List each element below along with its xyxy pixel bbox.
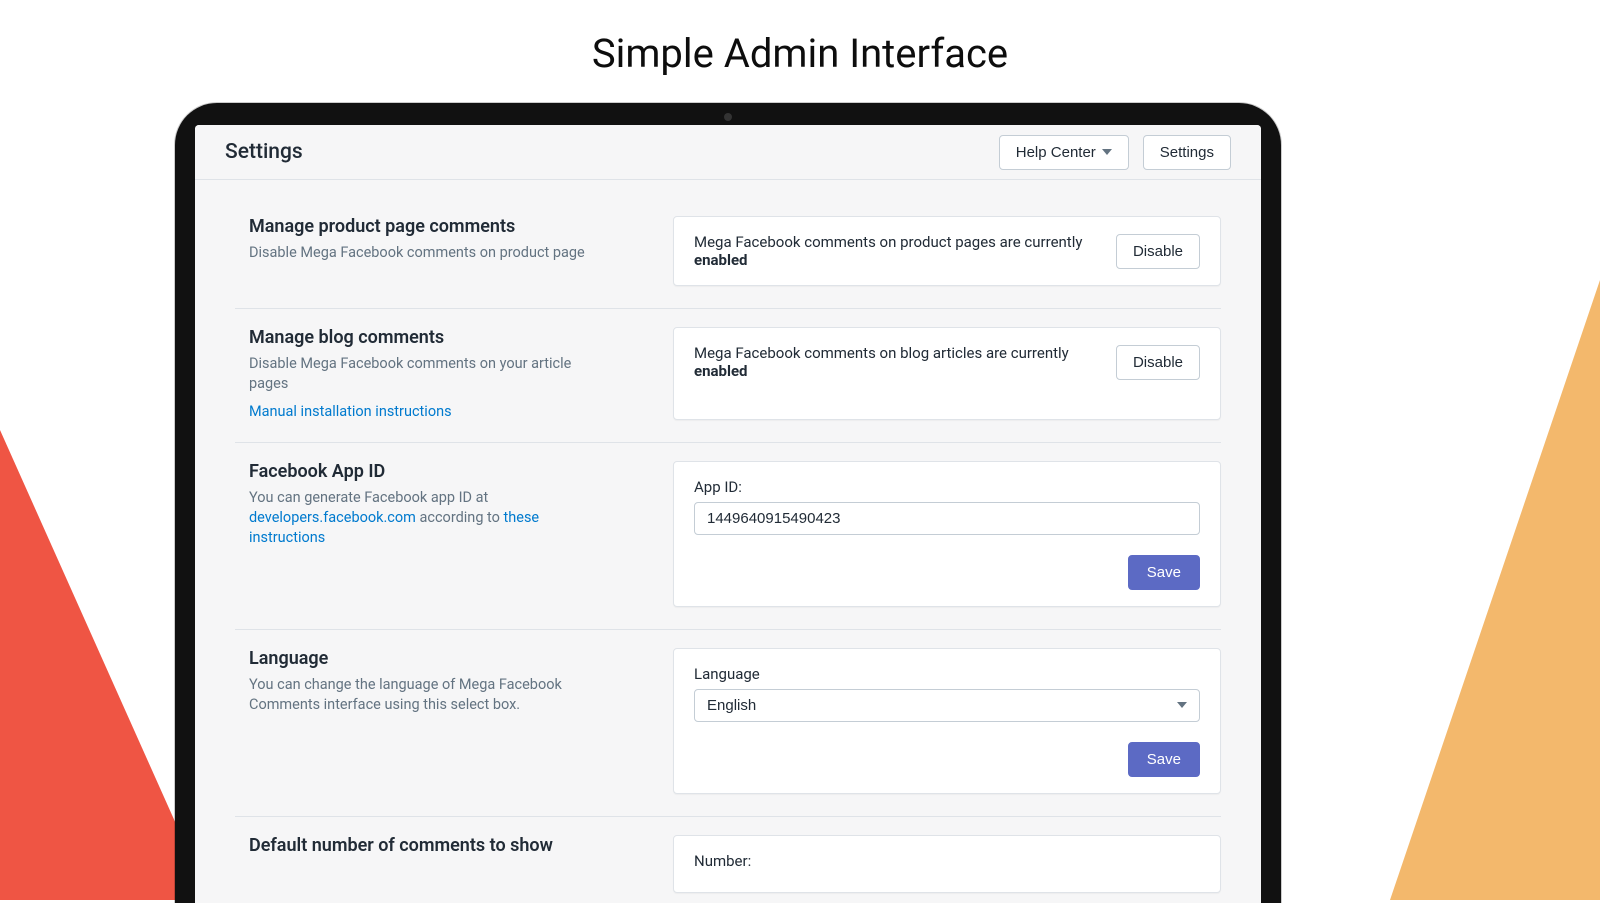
hero-title: Simple Admin Interface xyxy=(0,30,1600,77)
chevron-down-icon xyxy=(1102,147,1112,157)
card-app-id: App ID: Save xyxy=(673,461,1221,607)
section-desc: You can change the language of Mega Face… xyxy=(249,675,613,716)
status-prefix: Mega Facebook comments on product pages … xyxy=(694,233,1082,251)
topbar-actions: Help Center Settings xyxy=(999,135,1231,170)
help-center-label: Help Center xyxy=(1016,144,1096,161)
section-desc: Disable Mega Facebook comments on your a… xyxy=(249,354,613,395)
section-language: Language You can change the language of … xyxy=(235,630,1221,817)
settings-label: Settings xyxy=(1160,144,1214,161)
device-frame: Settings Help Center Settings Manage pro… xyxy=(175,103,1281,903)
section-title: Facebook App ID xyxy=(249,461,613,482)
section-title: Language xyxy=(249,648,613,669)
card-blog-status: Mega Facebook comments on blog articles … xyxy=(673,327,1221,420)
language-label: Language xyxy=(694,665,1200,683)
save-app-id-button[interactable]: Save xyxy=(1128,555,1200,590)
blog-status-text: Mega Facebook comments on blog articles … xyxy=(694,344,1096,380)
section-left: Manage product page comments Disable Meg… xyxy=(235,216,613,286)
help-center-button[interactable]: Help Center xyxy=(999,135,1129,170)
card-product-status: Mega Facebook comments on product pages … xyxy=(673,216,1221,286)
section-app-id: Facebook App ID You can generate Faceboo… xyxy=(235,443,1221,630)
card-actions: Save xyxy=(694,555,1200,590)
status-value: enabled xyxy=(694,251,748,269)
number-label: Number: xyxy=(694,852,1200,870)
app-id-input[interactable] xyxy=(694,502,1200,535)
status-prefix: Mega Facebook comments on blog articles … xyxy=(694,344,1069,362)
section-left: Language You can change the language of … xyxy=(235,648,613,794)
section-title: Manage product page comments xyxy=(249,216,613,237)
developers-link[interactable]: developers.facebook.com xyxy=(249,509,416,526)
page-title: Settings xyxy=(225,140,999,164)
desc-prefix: You can generate Facebook app ID at xyxy=(249,489,488,506)
section-left: Default number of comments to show xyxy=(235,835,613,893)
section-title: Manage blog comments xyxy=(249,327,613,348)
manual-install-link[interactable]: Manual installation instructions xyxy=(249,403,452,420)
section-left: Manage blog comments Disable Mega Facebo… xyxy=(235,327,613,420)
topbar: Settings Help Center Settings xyxy=(195,125,1261,180)
status-value: enabled xyxy=(694,362,748,380)
desc-mid: according to xyxy=(416,509,504,526)
card-language: Language English Save xyxy=(673,648,1221,794)
section-link-row: Manual installation instructions xyxy=(249,403,613,420)
app-screen: Settings Help Center Settings Manage pro… xyxy=(195,125,1261,903)
section-blog-comments: Manage blog comments Disable Mega Facebo… xyxy=(235,309,1221,443)
section-desc: Disable Mega Facebook comments on produc… xyxy=(249,243,613,263)
section-desc: You can generate Facebook app ID at deve… xyxy=(249,488,613,549)
content-scroll[interactable]: Manage product page comments Disable Meg… xyxy=(195,180,1261,903)
section-left: Facebook App ID You can generate Faceboo… xyxy=(235,461,613,607)
card-row: Mega Facebook comments on blog articles … xyxy=(694,344,1200,380)
app-id-label: App ID: xyxy=(694,478,1200,496)
settings-button[interactable]: Settings xyxy=(1143,135,1231,170)
language-select[interactable]: English xyxy=(694,689,1200,722)
save-language-button[interactable]: Save xyxy=(1128,742,1200,777)
disable-product-button[interactable]: Disable xyxy=(1116,234,1200,269)
card-comment-count: Number: xyxy=(673,835,1221,893)
camera-dot xyxy=(724,113,732,121)
bg-accent-right xyxy=(1390,280,1600,900)
disable-blog-button[interactable]: Disable xyxy=(1116,345,1200,380)
section-title: Default number of comments to show xyxy=(249,835,613,856)
product-status-text: Mega Facebook comments on product pages … xyxy=(694,233,1096,269)
section-comment-count: Default number of comments to show Numbe… xyxy=(235,817,1221,903)
card-actions: Save xyxy=(694,742,1200,777)
card-row: Mega Facebook comments on product pages … xyxy=(694,233,1200,269)
section-product-comments: Manage product page comments Disable Meg… xyxy=(235,198,1221,309)
